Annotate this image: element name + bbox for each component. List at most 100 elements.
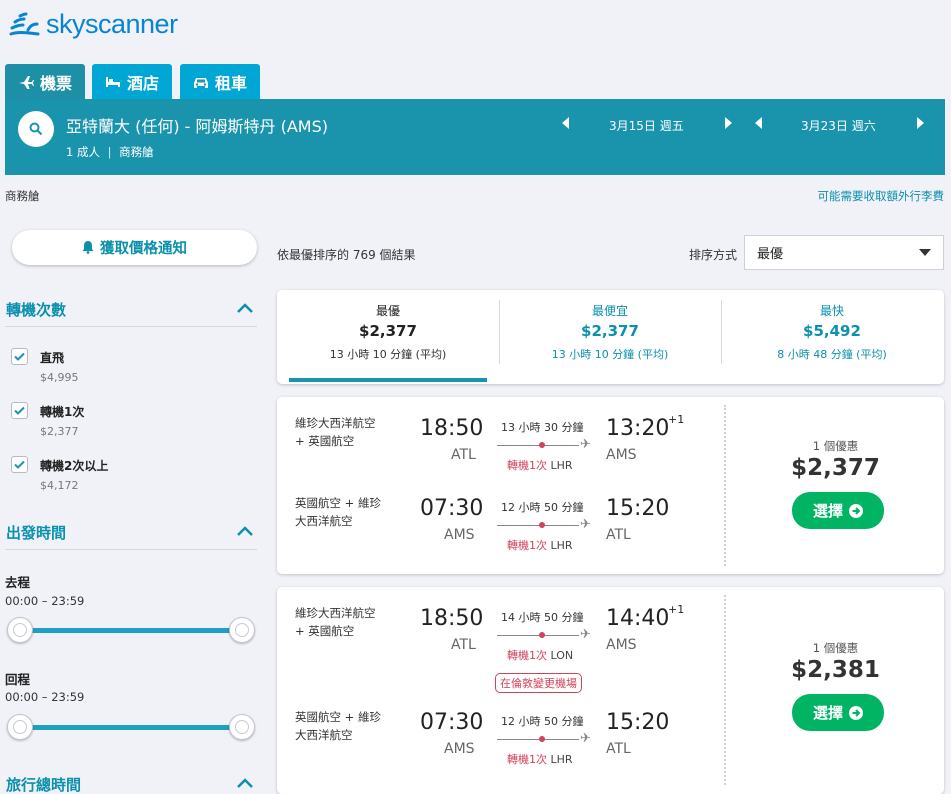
- select-button[interactable]: 選擇: [792, 694, 884, 731]
- stop-dot: [539, 632, 545, 638]
- tab-cars-label: 租車: [214, 74, 247, 93]
- summary-tab-fastest[interactable]: 最快 $5,492 8 小時 48 分鐘 (平均): [721, 290, 943, 384]
- car-icon: [193, 77, 208, 88]
- route-line: [497, 525, 579, 526]
- sort-label: 排序方式: [689, 248, 738, 262]
- stops-two-plus-label[interactable]: 轉機2次以上: [40, 457, 108, 474]
- chevron-right-icon: [725, 117, 732, 129]
- result-card[interactable]: 維珍大西洋航空 + 英國航空 18:50 ATL 14 小時 50 分鐘 ✈ 轉…: [277, 587, 944, 794]
- stop-airport: LHR: [550, 539, 573, 552]
- stop-airport: LHR: [550, 753, 573, 766]
- summary-fastest-duration: 8 小時 48 分鐘 (平均): [777, 348, 887, 361]
- stops-filter-toggle[interactable]: [236, 302, 254, 314]
- select-button-label: 選擇: [812, 502, 843, 520]
- stops-two-plus-checkbox[interactable]: [11, 456, 28, 473]
- leg-airline: 維珍大西洋航空 + 英國航空: [295, 604, 376, 640]
- sort-select[interactable]: 最優: [744, 235, 944, 270]
- airport-change-warning: 在倫敦變更機場: [495, 673, 582, 693]
- stops-one-checkbox[interactable]: [11, 402, 28, 419]
- departure-airport: ATL: [451, 447, 476, 463]
- passengers-cabin-text[interactable]: 1 成人 | 商務艙: [66, 144, 154, 160]
- return-time-slider-track[interactable]: [20, 725, 242, 730]
- flight-duration: 14 小時 50 分鐘: [501, 611, 584, 624]
- tab-flights[interactable]: 機票: [5, 64, 85, 100]
- return-slider-end-handle[interactable]: [229, 714, 255, 740]
- arrival-time: 13:20: [606, 416, 670, 441]
- outbound-slider-end-handle[interactable]: [229, 617, 255, 643]
- summary-cheapest-title: 最便宜: [591, 304, 628, 318]
- summary-tab-cheapest[interactable]: 最便宜 $2,377 13 小時 10 分鐘 (平均): [499, 290, 721, 384]
- return-slider-start-handle[interactable]: [7, 714, 33, 740]
- check-icon: [14, 406, 25, 415]
- summary-fastest-title: 最快: [819, 304, 844, 318]
- arrow-right-icon: [849, 503, 863, 518]
- airline-name-2: 大西洋航空: [295, 514, 353, 528]
- stops-filter-title: 轉機次數: [6, 301, 67, 319]
- flight-duration: 13 小時 30 分鐘: [501, 421, 584, 434]
- stops-direct-price: $4,995: [40, 371, 79, 384]
- summary-fastest-price: $5,492: [803, 322, 861, 340]
- stop-dot: [539, 522, 545, 528]
- summary-cheapest-duration: 13 小時 10 分鐘 (平均): [551, 348, 669, 361]
- departure-airport: ATL: [451, 637, 476, 653]
- arrival-time: 15:20: [606, 710, 670, 735]
- departure-times-filter-title: 出發時間: [6, 524, 67, 542]
- tab-hotels[interactable]: 酒店: [92, 64, 172, 100]
- chevron-up-icon: [237, 526, 253, 536]
- route-line: [497, 739, 579, 740]
- tab-cars[interactable]: 租車: [180, 64, 260, 100]
- skyscanner-logo[interactable]: skyscanner: [8, 8, 178, 40]
- depart-prev-date-button[interactable]: [562, 117, 570, 129]
- departure-airport: AMS: [444, 741, 475, 757]
- result-card[interactable]: 維珍大西洋航空 + 英國航空 18:50 ATL 13 小時 30 分鐘 ✈ 轉…: [277, 397, 944, 574]
- cabin-text: 商務艙: [119, 145, 154, 159]
- search-summary-panel[interactable]: [5, 99, 945, 175]
- return-time-range: 00:00 – 23:59: [5, 690, 85, 704]
- stops-count: 轉機1次: [507, 539, 547, 552]
- stop-airport: LHR: [550, 459, 573, 472]
- airline-name-1: 英國航空 + 維珍: [295, 710, 381, 724]
- divider: [5, 326, 257, 327]
- result-price: $2,377: [791, 455, 880, 481]
- chevron-left-icon: [562, 117, 569, 129]
- route-text[interactable]: 亞特蘭大 (任何) - 阿姆斯特丹 (AMS): [66, 113, 328, 137]
- depart-next-date-button[interactable]: [724, 117, 732, 129]
- departure-time: 07:30: [420, 496, 484, 521]
- depart-date[interactable]: 3月15日 週五: [609, 117, 684, 134]
- stop-airport: LON: [550, 649, 574, 662]
- baggage-fees-link[interactable]: 可能需要收取額外行李費: [818, 188, 945, 204]
- arrival-airport: AMS: [606, 447, 637, 463]
- chevron-left-icon: [755, 117, 762, 129]
- duration-filter-title: 旅行總時間: [6, 776, 82, 794]
- departure-times-filter-toggle[interactable]: [236, 525, 254, 537]
- edit-search-button[interactable]: [18, 111, 54, 147]
- price-alert-label: 獲取價格通知: [100, 241, 187, 257]
- stops-direct-label[interactable]: 直飛: [40, 349, 64, 366]
- price-alert-button[interactable]: 獲取價格通知: [12, 230, 257, 265]
- duration-filter-toggle[interactable]: [236, 777, 254, 789]
- check-icon: [14, 460, 25, 469]
- arrow-right-icon: [849, 705, 863, 720]
- stops-count: 轉機1次: [507, 649, 547, 662]
- leg-airline: 英國航空 + 維珍 大西洋航空: [295, 708, 381, 744]
- day-offset: +1: [668, 603, 685, 616]
- stops-count: 轉機1次: [507, 753, 547, 766]
- stops-direct-checkbox[interactable]: [11, 348, 28, 365]
- leg-airline: 維珍大西洋航空 + 英國航空: [295, 414, 376, 450]
- return-label: 回程: [5, 672, 31, 687]
- outbound-slider-start-handle[interactable]: [7, 617, 33, 643]
- select-button[interactable]: 選擇: [792, 492, 884, 529]
- airline-name-1: 維珍大西洋航空: [295, 416, 376, 430]
- airline-name-1: 維珍大西洋航空: [295, 606, 376, 620]
- separator: |: [107, 145, 112, 159]
- return-next-date-button[interactable]: [916, 117, 924, 129]
- outbound-time-slider-track[interactable]: [20, 628, 242, 633]
- departure-airport: AMS: [444, 527, 475, 543]
- airplane-icon: ✈: [580, 437, 591, 452]
- summary-tab-best[interactable]: 最優 $2,377 13 小時 10 分鐘 (平均): [277, 290, 499, 384]
- return-date[interactable]: 3月23日 週六: [801, 117, 876, 134]
- arrival-airport: ATL: [606, 527, 631, 543]
- return-prev-date-button[interactable]: [755, 117, 763, 129]
- stop-dot: [539, 442, 545, 448]
- stops-one-label[interactable]: 轉機1次: [40, 403, 84, 420]
